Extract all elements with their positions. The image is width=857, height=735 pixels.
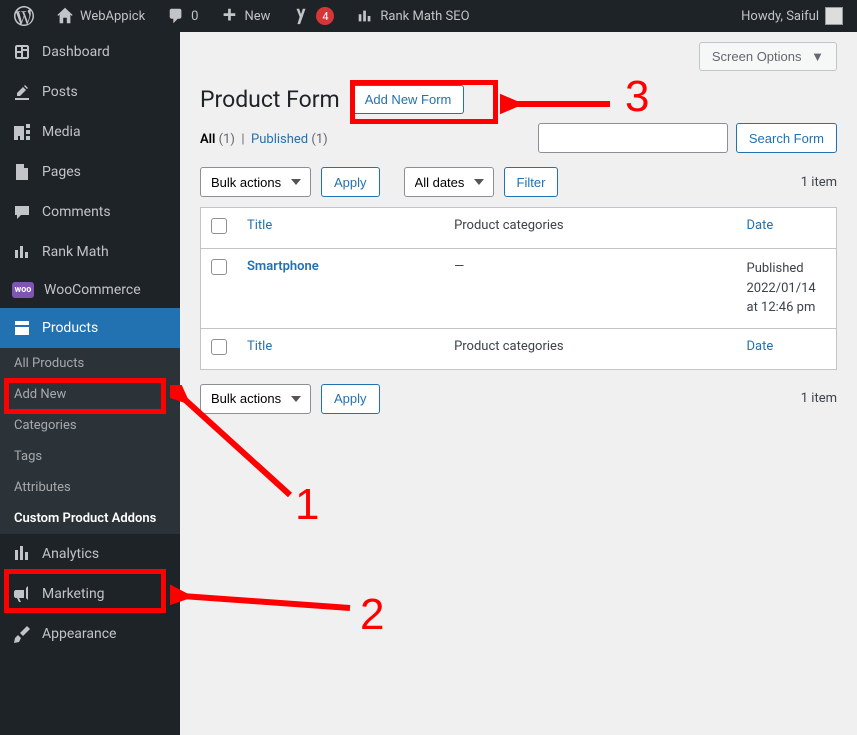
rank-math-label: Rank Math SEO bbox=[380, 9, 469, 24]
comments-menu[interactable]: 0 bbox=[161, 0, 204, 32]
comment-icon bbox=[12, 202, 32, 222]
sidebar-item-label: Posts bbox=[42, 84, 78, 100]
row-categories: — bbox=[444, 249, 736, 329]
filter-all-link[interactable]: All (1) bbox=[200, 132, 235, 147]
search-form-button[interactable]: Search Form bbox=[736, 123, 837, 153]
apply-button[interactable]: Apply bbox=[321, 167, 380, 197]
sidebar-item-marketing[interactable]: Marketing bbox=[0, 574, 180, 614]
col-title-header[interactable]: Title bbox=[247, 218, 272, 233]
admin-bar: WebAppick 0 New 4 Rank Math SEO Howdy, S… bbox=[0, 0, 857, 32]
product-icon bbox=[12, 318, 32, 338]
avatar bbox=[825, 7, 843, 25]
submenu-add-new[interactable]: Add New bbox=[0, 379, 180, 410]
sidebar-item-label: Marketing bbox=[42, 586, 105, 602]
annotation-number-2: 2 bbox=[360, 590, 384, 640]
megaphone-icon bbox=[12, 584, 32, 604]
plus-icon bbox=[220, 7, 238, 25]
main-content: Screen Options ▼ Product Form Add New Fo… bbox=[180, 32, 857, 735]
new-content-menu[interactable]: New bbox=[214, 0, 276, 32]
chevron-down-icon: ▼ bbox=[811, 49, 824, 64]
col-date-header[interactable]: Date bbox=[747, 218, 774, 233]
home-icon bbox=[56, 7, 74, 25]
search-input[interactable] bbox=[538, 123, 728, 153]
pin-icon bbox=[12, 82, 32, 102]
screen-options-button[interactable]: Screen Options ▼ bbox=[699, 42, 837, 71]
col-date-footer[interactable]: Date bbox=[747, 339, 774, 354]
bulk-actions-select-bottom[interactable]: Bulk actions bbox=[200, 384, 311, 414]
sidebar-item-products[interactable]: Products bbox=[0, 308, 180, 348]
site-name-label: WebAppick bbox=[80, 9, 145, 24]
sidebar-item-media[interactable]: Media bbox=[0, 112, 180, 152]
wp-logo-menu[interactable] bbox=[8, 0, 40, 32]
sidebar-item-label: Analytics bbox=[42, 546, 99, 562]
screen-options-label: Screen Options bbox=[712, 49, 802, 64]
chart-icon bbox=[12, 242, 32, 262]
comment-count: 0 bbox=[191, 9, 198, 24]
sidebar-item-label: Rank Math bbox=[42, 244, 109, 260]
col-title-footer[interactable]: Title bbox=[247, 339, 272, 354]
sidebar-item-dashboard[interactable]: Dashboard bbox=[0, 32, 180, 72]
annotation-number-1: 1 bbox=[295, 480, 319, 530]
page-icon bbox=[12, 162, 32, 182]
brush-icon bbox=[12, 624, 32, 644]
bar-chart-icon bbox=[356, 7, 374, 25]
item-count-bottom: 1 item bbox=[801, 391, 837, 406]
sidebar-item-posts[interactable]: Posts bbox=[0, 72, 180, 112]
submenu-tags[interactable]: Tags bbox=[0, 441, 180, 472]
sidebar-item-appearance[interactable]: Appearance bbox=[0, 614, 180, 654]
date-filter-select[interactable]: All dates bbox=[404, 167, 494, 197]
col-categories-footer: Product categories bbox=[444, 328, 736, 369]
submenu-attributes[interactable]: Attributes bbox=[0, 472, 180, 503]
sidebar-item-woocommerce[interactable]: woo WooCommerce bbox=[0, 272, 180, 308]
row-checkbox[interactable] bbox=[211, 259, 227, 275]
add-new-form-button[interactable]: Add New Form bbox=[352, 85, 465, 114]
submenu-all-products[interactable]: All Products bbox=[0, 348, 180, 379]
woo-icon: woo bbox=[12, 282, 34, 298]
dashboard-icon bbox=[12, 42, 32, 62]
comment-bubble-icon bbox=[167, 7, 185, 25]
sidebar-item-analytics[interactable]: Analytics bbox=[0, 534, 180, 574]
new-label: New bbox=[244, 9, 270, 24]
item-count-top: 1 item bbox=[801, 175, 837, 190]
sidebar-item-rankmath[interactable]: Rank Math bbox=[0, 232, 180, 272]
products-submenu: All Products Add New Categories Tags Att… bbox=[0, 348, 180, 534]
filter-button[interactable]: Filter bbox=[504, 167, 559, 197]
rank-math-menu[interactable]: Rank Math SEO bbox=[350, 0, 475, 32]
howdy-label: Howdy, Saiful bbox=[741, 9, 819, 24]
row-title-link[interactable]: Smartphone bbox=[247, 259, 319, 274]
analytics-icon bbox=[12, 544, 32, 564]
col-categories-header: Product categories bbox=[444, 208, 736, 249]
wordpress-icon bbox=[14, 6, 34, 26]
site-name-menu[interactable]: WebAppick bbox=[50, 0, 151, 32]
submenu-categories[interactable]: Categories bbox=[0, 410, 180, 441]
media-icon bbox=[12, 122, 32, 142]
sidebar-item-label: Dashboard bbox=[42, 44, 110, 60]
sidebar-item-pages[interactable]: Pages bbox=[0, 152, 180, 192]
admin-sidebar: Dashboard Posts Media Pages Comments Ran… bbox=[0, 32, 180, 735]
annotation-number-3: 3 bbox=[625, 72, 649, 122]
apply-button-bottom[interactable]: Apply bbox=[321, 384, 380, 414]
submenu-custom-product-addons[interactable]: Custom Product Addons bbox=[0, 503, 180, 534]
table-row: Smartphone — Published 2022/01/14 at 12:… bbox=[201, 249, 837, 329]
sidebar-item-label: WooCommerce bbox=[44, 282, 141, 298]
sidebar-item-label: Products bbox=[42, 320, 98, 336]
filter-published-link[interactable]: Published (1) bbox=[251, 132, 328, 147]
sidebar-item-label: Media bbox=[42, 124, 81, 140]
page-title: Product Form bbox=[200, 86, 340, 113]
sidebar-item-comments[interactable]: Comments bbox=[0, 192, 180, 232]
notification-badge: 4 bbox=[316, 7, 334, 25]
bulk-actions-select[interactable]: Bulk actions bbox=[200, 167, 311, 197]
select-all-checkbox-bottom[interactable] bbox=[211, 339, 227, 355]
my-account-menu[interactable]: Howdy, Saiful bbox=[735, 0, 849, 32]
row-date: Published 2022/01/14 at 12:46 pm bbox=[737, 249, 837, 329]
sidebar-item-label: Pages bbox=[42, 164, 81, 180]
forms-table: Title Product categories Date Smartphone… bbox=[200, 207, 837, 370]
yoast-icon bbox=[292, 7, 310, 25]
sidebar-item-label: Appearance bbox=[42, 626, 116, 642]
yoast-menu[interactable]: 4 bbox=[286, 0, 340, 32]
sidebar-item-label: Comments bbox=[42, 204, 111, 220]
select-all-checkbox[interactable] bbox=[211, 218, 227, 234]
